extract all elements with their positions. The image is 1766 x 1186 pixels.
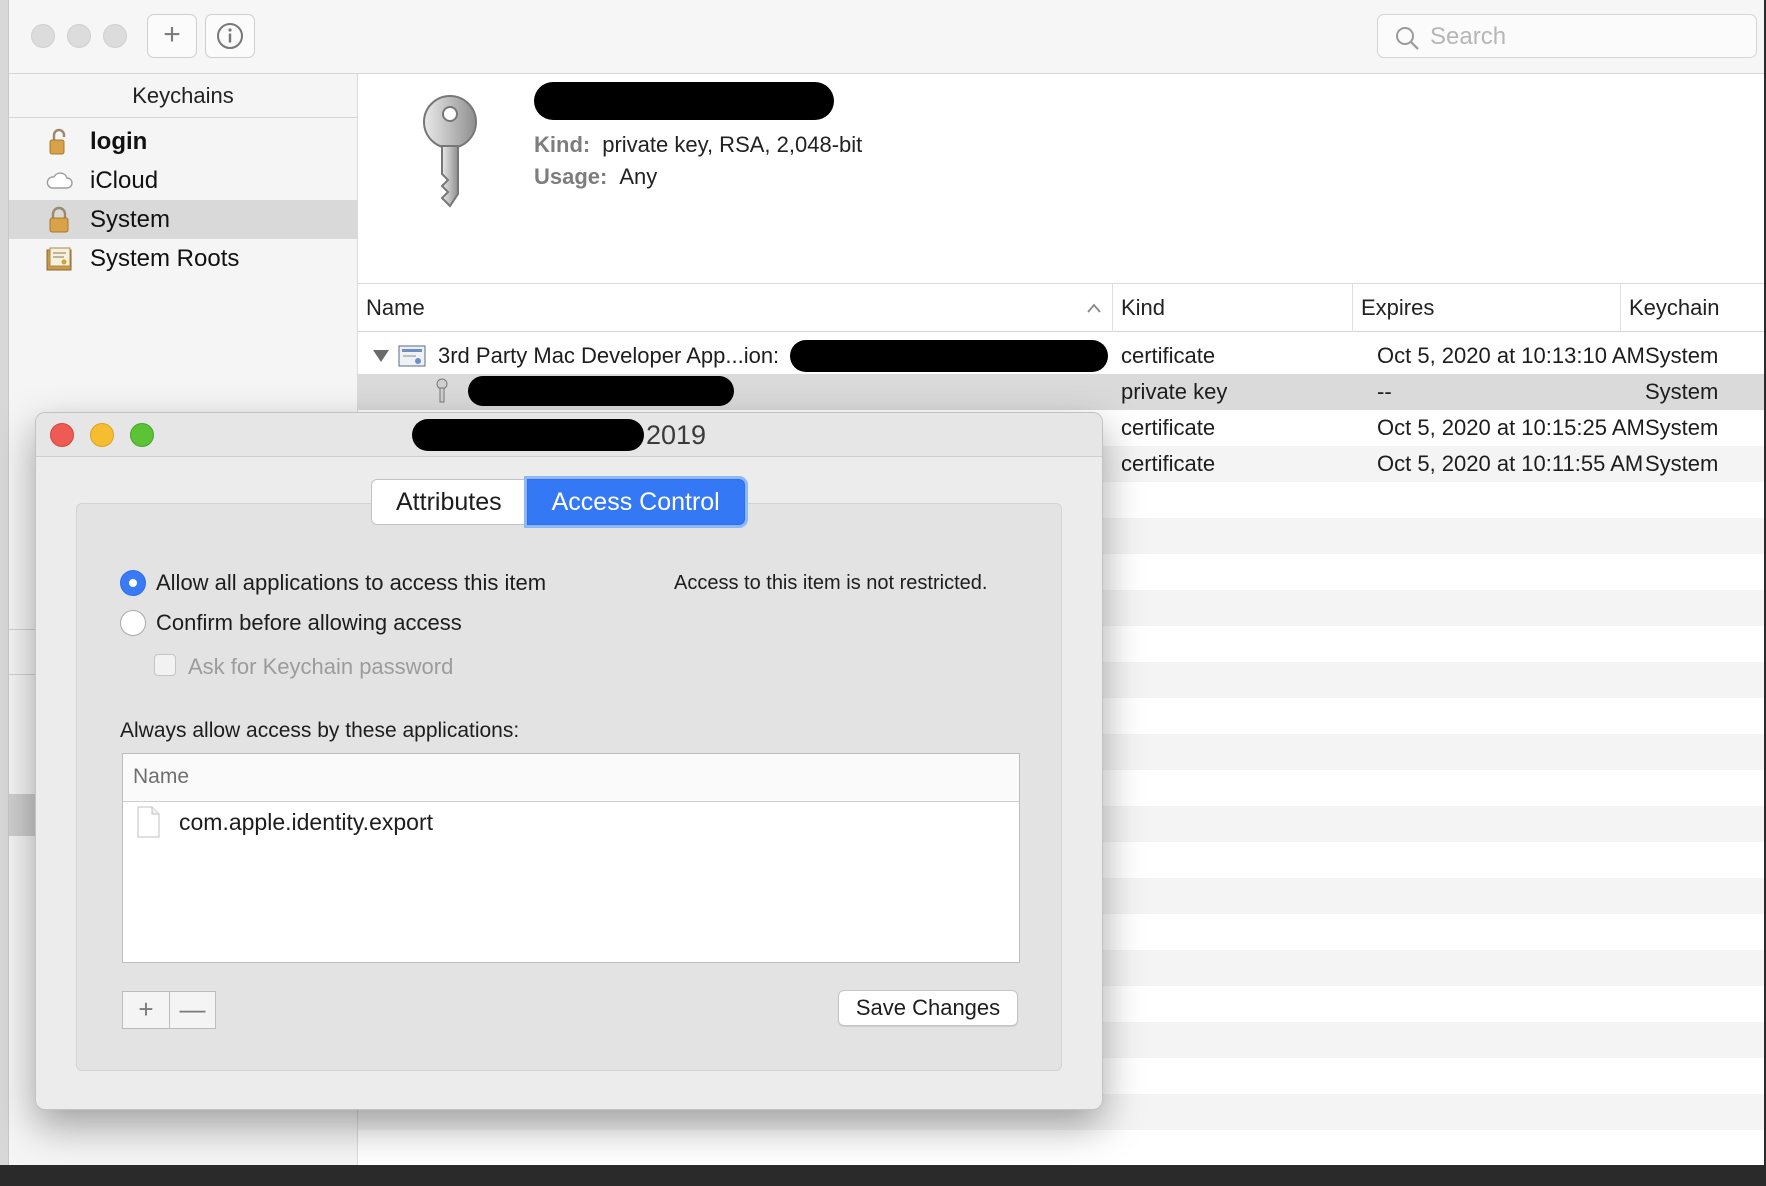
disclosure-triangle-icon[interactable] [372, 348, 390, 364]
sidebar-item-icloud[interactable]: iCloud [9, 161, 357, 200]
confirm-radio[interactable] [120, 610, 146, 636]
usage-line: Usage: Any [534, 164, 658, 189]
row-kind: certificate [1121, 415, 1216, 440]
row-keychain: System [1645, 451, 1719, 476]
search-placeholder: Search [1430, 23, 1507, 50]
access-status-note: Access to this item is not restricted. [674, 572, 988, 594]
app-name: com.apple.identity.export [179, 809, 433, 835]
row-kind: certificate [1121, 343, 1216, 368]
list-column-header-name[interactable]: Name [123, 754, 1019, 802]
document-icon [137, 806, 160, 838]
small-key-icon [436, 378, 448, 403]
row-keychain: System [1645, 415, 1719, 440]
row-expires: Oct 5, 2020 at 10:15:25 AM [1377, 415, 1645, 440]
search-icon [1396, 27, 1419, 50]
empty-row [358, 1130, 1765, 1166]
kind-line: Kind: private key, RSA, 2,048-bit [534, 132, 863, 157]
tab-bar: Attributes Access Control [371, 479, 745, 525]
always-allow-label: Always allow access by these application… [120, 719, 520, 742]
sidebar-item-label: System Roots [90, 245, 240, 272]
desktop-background-left [0, 0, 8, 1186]
redacted-name [790, 340, 1108, 372]
allow-all-label: Allow all applications to access this it… [156, 570, 547, 595]
table-row-selected[interactable]: private key -- System [358, 374, 1765, 410]
redacted-name [468, 376, 734, 406]
table-row[interactable]: 3rd Party Mac Developer App...ion: certi… [358, 338, 1765, 374]
tab-attributes[interactable]: Attributes [371, 479, 527, 525]
confirm-label: Confirm before allowing access [156, 610, 462, 635]
row-expires: Oct 5, 2020 at 10:11:55 AM [1377, 451, 1644, 476]
certificate-icon [398, 345, 426, 367]
row-name: 3rd Party Mac Developer App...ion: [438, 343, 780, 368]
sidebar-item-label: System [90, 206, 171, 233]
window-zoom-button-inactive[interactable] [103, 24, 127, 48]
dialog-minimize-button[interactable] [90, 423, 114, 447]
window-close-button-inactive[interactable] [31, 24, 55, 48]
add-item-button[interactable]: + [147, 14, 197, 58]
item-info-panel: Kind: private key, RSA, 2,048-bit Usage: A… [358, 74, 1765, 284]
item-info-dialog: 2019 Attributes Access Control Allow all… [35, 412, 1103, 1110]
sort-ascending-icon [1087, 303, 1101, 313]
add-remove-control: + — [122, 991, 216, 1029]
sidebar-item-label: iCloud [90, 167, 159, 194]
sidebar-item-label: login [90, 128, 148, 155]
row-expires: Oct 5, 2020 at 10:13:10 AM [1377, 343, 1645, 368]
redacted-item-name [534, 82, 834, 120]
table-header: Name Kind Expires Keychain [358, 284, 1765, 332]
sidebar-item-system-roots[interactable]: System Roots [9, 239, 357, 278]
row-keychain: System [1645, 379, 1719, 404]
row-kind: private key [1121, 379, 1228, 404]
column-header-name[interactable]: Name [358, 284, 1113, 332]
row-expires: -- [1377, 379, 1392, 404]
ask-password-label: Ask for Keychain password [188, 654, 454, 679]
allowed-apps-list[interactable]: Name com.apple.identity.export [122, 753, 1020, 963]
certificate-folder-icon [46, 247, 72, 271]
window-minimize-button-inactive[interactable] [67, 24, 91, 48]
tab-access-control[interactable]: Access Control [526, 479, 745, 525]
column-header-kind[interactable]: Kind [1113, 284, 1353, 332]
column-header-keychain[interactable]: Keychain [1621, 284, 1765, 332]
plus-icon: + [163, 18, 181, 51]
cloud-icon [46, 172, 73, 189]
column-header-expires[interactable]: Expires [1353, 284, 1621, 332]
dialog-titlebar: 2019 [36, 413, 1102, 457]
remove-app-button[interactable]: — [169, 992, 215, 1028]
key-icon [423, 95, 477, 208]
get-info-button[interactable] [205, 14, 255, 58]
info-icon [217, 23, 243, 49]
ask-password-checkbox[interactable] [154, 654, 176, 676]
add-app-button[interactable]: + [123, 992, 169, 1028]
sidebar-item-login[interactable]: login [9, 122, 357, 161]
save-changes-button[interactable]: Save Changes [838, 990, 1018, 1026]
dialog-close-button[interactable] [50, 423, 74, 447]
search-field[interactable]: Search [1377, 14, 1757, 58]
redacted-dialog-title [412, 419, 644, 451]
dialog-title-suffix: 2019 [646, 420, 707, 450]
sidebar-header: Keychains [9, 74, 357, 118]
dialog-zoom-button[interactable] [130, 423, 154, 447]
list-item[interactable]: com.apple.identity.export [123, 802, 1019, 842]
sidebar-item-system[interactable]: System [9, 200, 357, 239]
locked-padlock-icon [49, 206, 69, 233]
window-toolbar: + Search [9, 0, 1765, 74]
allow-all-radio[interactable] [120, 570, 146, 596]
unlocked-padlock-icon [49, 128, 66, 155]
row-keychain: System [1645, 343, 1719, 368]
desktop-background-bottom [0, 1165, 1766, 1186]
row-kind: certificate [1121, 451, 1216, 476]
